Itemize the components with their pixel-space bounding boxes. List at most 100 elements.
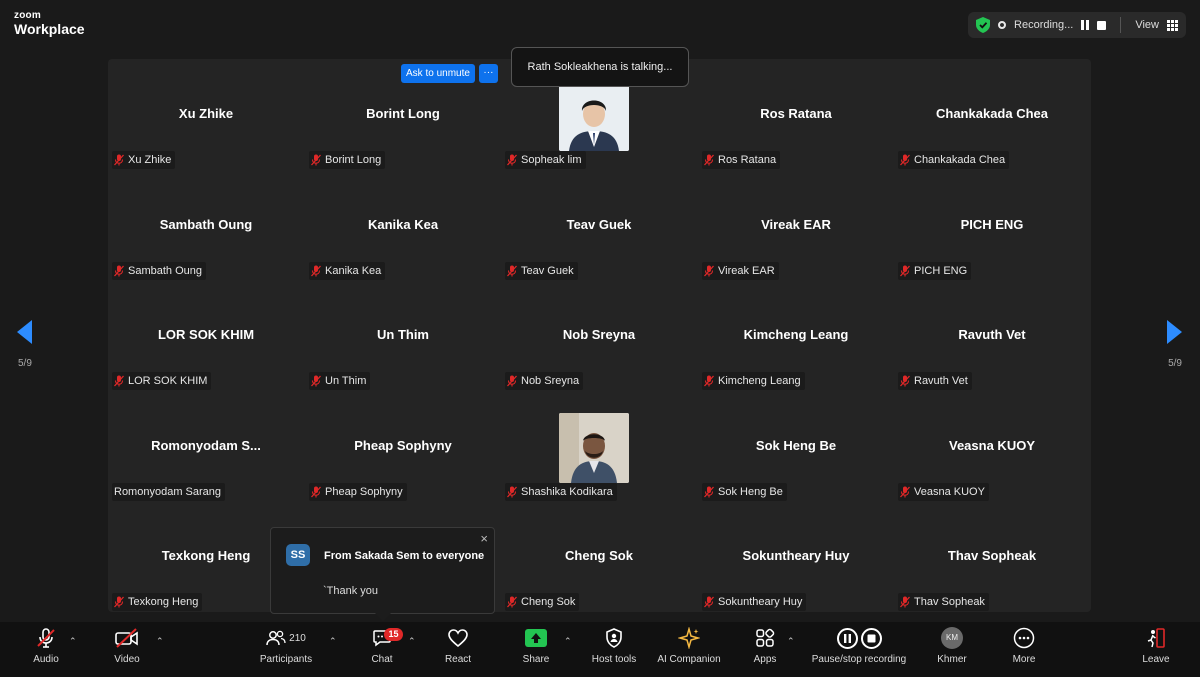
- participant-name-tag: Chankakada Chea: [898, 151, 1010, 169]
- muted-mic-icon: [507, 596, 517, 608]
- participant-tile[interactable]: LOR SOK KHIM LOR SOK KHIM: [108, 280, 304, 390]
- participant-display-name: Kanika Kea: [367, 217, 439, 232]
- participant-tile[interactable]: Romonyodam S... Romonyodam Sarang: [108, 391, 304, 501]
- audio-button[interactable]: Audio: [28, 622, 64, 677]
- muted-mic-icon: [900, 596, 910, 608]
- participant-name-tag: Nob Sreyna: [505, 372, 584, 390]
- participant-tile[interactable]: Vireak EAR Vireak EAR: [698, 170, 894, 280]
- participant-display-name: Un Thim: [377, 327, 429, 342]
- participant-display-name: PICH ENG: [960, 217, 1024, 232]
- participant-display-name: Veasna KUOY: [949, 438, 1035, 453]
- participant-tag-label: Nob Sreyna: [521, 375, 580, 387]
- shield-icon[interactable]: [976, 17, 991, 33]
- participants-button[interactable]: 210 Participants: [256, 622, 316, 677]
- chat-sender: From Sakada Sem to everyone: [324, 550, 485, 562]
- participant-tile[interactable]: Kimcheng Leang Kimcheng Leang: [698, 280, 894, 390]
- participants-options-chevron-icon[interactable]: ⌃: [329, 636, 337, 647]
- participants-count: 210: [289, 632, 306, 644]
- more-button[interactable]: More: [1006, 622, 1042, 677]
- ai-companion-button[interactable]: AI Companion: [654, 622, 724, 677]
- share-options-chevron-icon[interactable]: ⌃: [564, 636, 572, 647]
- participant-tag-label: Xu Zhike: [128, 154, 172, 166]
- grid-view-icon[interactable]: [1167, 19, 1178, 31]
- share-label: Share: [522, 654, 550, 665]
- participant-tile[interactable]: Kanika Kea Kanika Kea: [305, 170, 501, 280]
- tile-more-button[interactable]: ···: [478, 64, 498, 83]
- react-label: React: [444, 654, 472, 665]
- participant-tag-label: Texkong Heng: [128, 596, 199, 608]
- audio-label: Audio: [33, 654, 59, 665]
- video-options-chevron-icon[interactable]: ⌃: [156, 636, 164, 647]
- participant-display-name: Romonyodam S...: [151, 438, 261, 453]
- participant-display-name: Sokuntheary Huy: [742, 548, 850, 563]
- participant-name-tag: Sokuntheary Huy: [702, 593, 807, 611]
- participant-tile[interactable]: Teav Guek Teav Guek: [501, 170, 697, 280]
- muted-mic-icon: [900, 265, 910, 277]
- participant-name-tag: Kimcheng Leang: [702, 372, 805, 390]
- participant-display-name: Pheap Sophyny: [354, 438, 452, 453]
- participant-tile[interactable]: PICH ENG PICH ENG: [894, 170, 1090, 280]
- close-icon[interactable]: ×: [480, 531, 488, 546]
- share-screen-icon: [525, 629, 547, 647]
- video-button[interactable]: Video: [109, 622, 145, 677]
- participant-display-name: Chankakada Chea: [936, 106, 1048, 121]
- participant-tile[interactable]: Chankakada Chea Chankakada Chea: [894, 59, 1090, 169]
- muted-mic-icon: [507, 154, 517, 166]
- participant-name-tag: Ros Ratana: [702, 151, 781, 169]
- participant-tile[interactable]: Un Thim Un Thim: [305, 280, 501, 390]
- participant-tile[interactable]: Pheap Sophyny Pheap Sophyny: [305, 391, 501, 501]
- participant-tile[interactable]: Shashika Kodikara: [501, 391, 697, 501]
- muted-mic-icon: [114, 375, 124, 387]
- popup-tail: [375, 613, 391, 621]
- participant-tile[interactable]: Ros Ratana Ros Ratana: [698, 59, 894, 169]
- apps-options-chevron-icon[interactable]: ⌃: [787, 636, 795, 647]
- participant-tile[interactable]: Thav Sopheak Thav Sopheak: [894, 501, 1090, 611]
- top-bar: zoom Workplace Recording... View: [0, 0, 1200, 46]
- muted-mic-icon: [114, 265, 124, 277]
- chat-notification[interactable]: SS From Sakada Sem to everyone `Thank yo…: [270, 527, 495, 621]
- participant-tile[interactable]: Sambath Oung Sambath Oung: [108, 170, 304, 280]
- participants-icon: 210: [266, 622, 306, 654]
- divider: [1120, 17, 1122, 33]
- participant-display-name: Ros Ratana: [760, 106, 832, 121]
- participant-display-name: Sok Heng Be: [755, 438, 837, 453]
- participant-display-name: Ravuth Vet: [958, 327, 1026, 342]
- previous-page-button[interactable]: 5/9: [0, 298, 56, 374]
- participant-tile[interactable]: Sok Heng Be Sok Heng Be: [698, 391, 894, 501]
- chat-options-chevron-icon[interactable]: ⌃: [408, 636, 416, 647]
- khmer-language-button[interactable]: KM Khmer: [934, 622, 970, 677]
- leave-button[interactable]: Leave: [1138, 622, 1174, 677]
- recording-controls-icon: [836, 622, 882, 654]
- chat-button[interactable]: 15 Chat: [364, 622, 403, 677]
- host-tools-button[interactable]: Host tools: [588, 622, 640, 677]
- participant-tile[interactable]: Sokuntheary Huy Sokuntheary Huy: [698, 501, 894, 611]
- participant-tag-label: Borint Long: [325, 154, 382, 166]
- participant-tile[interactable]: Xu Zhike Xu Zhike: [108, 59, 304, 169]
- participant-tile[interactable]: Ravuth Vet Ravuth Vet: [894, 280, 1090, 390]
- participant-name-tag: LOR SOK KHIM: [112, 372, 212, 390]
- share-button[interactable]: Share: [518, 622, 554, 677]
- muted-mic-icon: [507, 486, 517, 498]
- view-button[interactable]: View: [1135, 19, 1159, 31]
- apps-button[interactable]: Apps: [748, 622, 782, 677]
- audio-options-chevron-icon[interactable]: ⌃: [69, 636, 77, 647]
- page-indicator-left: 5/9: [18, 358, 32, 369]
- pause-stop-recording-button[interactable]: Pause/stop recording: [808, 622, 910, 677]
- chat-unread-badge: 15: [384, 628, 403, 641]
- logo-brand-bottom: Workplace: [14, 21, 85, 37]
- next-page-button[interactable]: 5/9: [1144, 298, 1200, 374]
- participant-tag-label: Ros Ratana: [718, 154, 777, 166]
- host-tools-label: Host tools: [591, 654, 637, 665]
- participant-name-tag: Romonyodam Sarang: [112, 483, 226, 501]
- pause-recording-icon[interactable]: [1081, 20, 1090, 30]
- stop-recording-icon[interactable]: [1097, 20, 1107, 30]
- participant-tile[interactable]: Nob Sreyna Nob Sreyna: [501, 280, 697, 390]
- ask-to-unmute-button[interactable]: Ask to unmute: [401, 64, 475, 83]
- participant-tile[interactable]: Veasna KUOY Veasna KUOY: [894, 391, 1090, 501]
- chat-label: Chat: [371, 654, 393, 665]
- ai-companion-label: AI Companion: [657, 654, 721, 665]
- participant-tag-label: Romonyodam Sarang: [114, 486, 222, 498]
- react-button[interactable]: React: [440, 622, 476, 677]
- participant-tile[interactable]: Cheng Sok Cheng Sok: [501, 501, 697, 611]
- sparkle-icon: [678, 622, 700, 654]
